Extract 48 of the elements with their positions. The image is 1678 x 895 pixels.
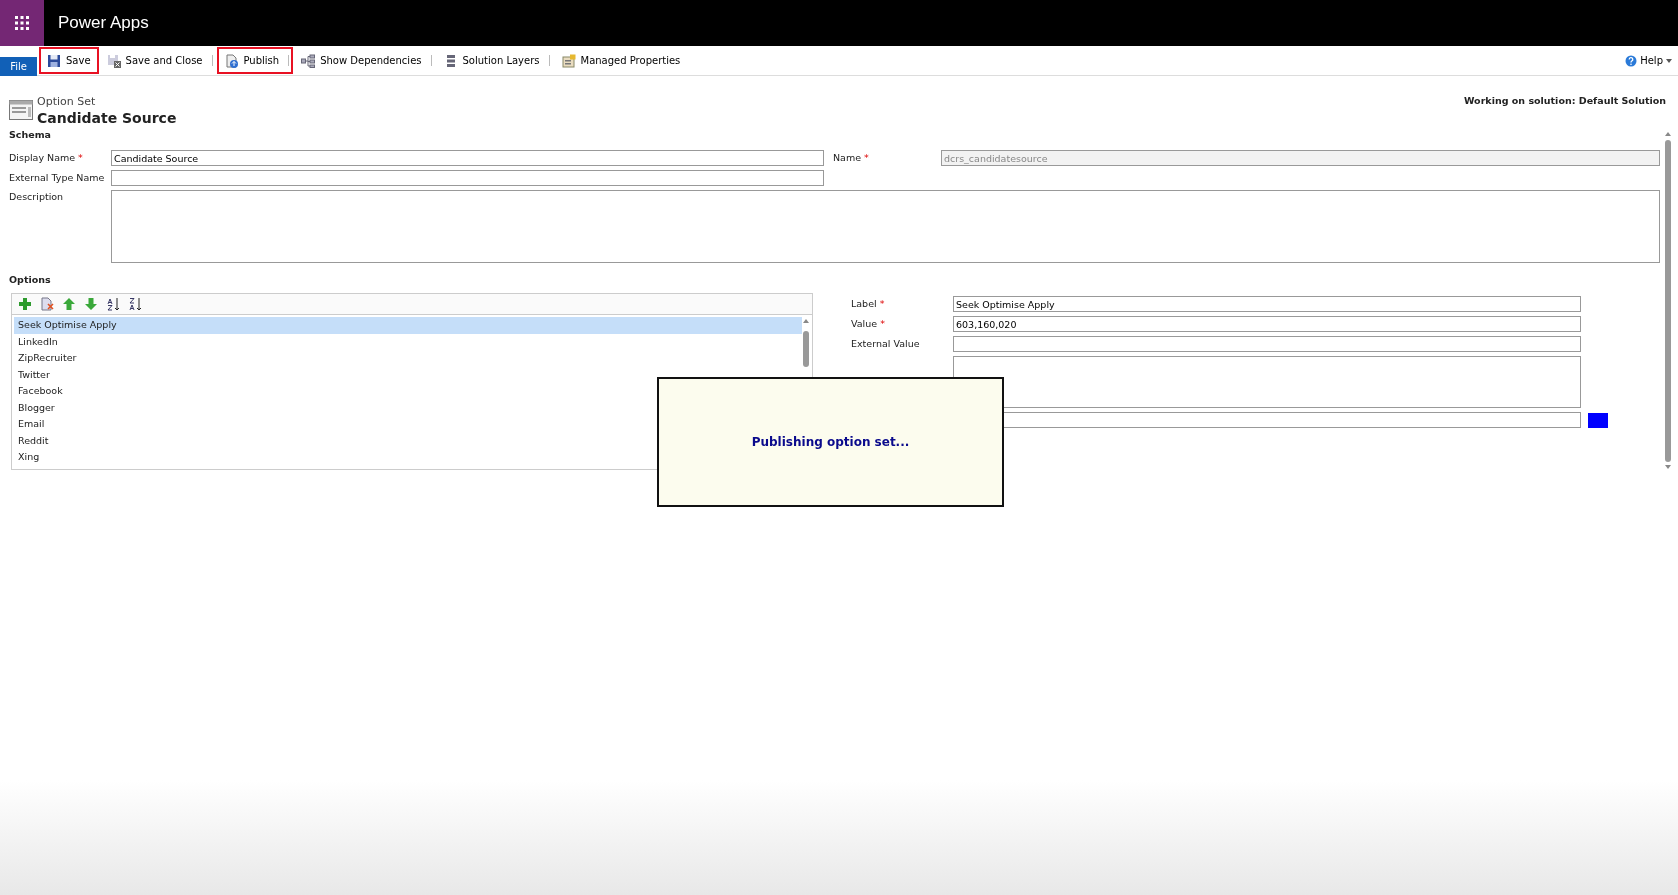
field-label: Label *	[851, 297, 886, 312]
toolbar-button[interactable]: Solution Layers	[435, 47, 554, 74]
properties-icon	[561, 53, 576, 68]
toolbar-button[interactable]: Managed Properties	[553, 47, 689, 74]
field-label: Display Name *	[9, 151, 84, 165]
app-launcher-button[interactable]	[0, 0, 44, 46]
toolbar-button[interactable]: Save and Close	[98, 47, 217, 74]
delete-icon[interactable]	[40, 297, 54, 312]
input-field[interactable]: 603,160,020	[953, 316, 1581, 333]
save-close-icon	[106, 53, 121, 68]
entity-type-label: Option Set	[37, 94, 97, 110]
description-field[interactable]	[953, 356, 1581, 409]
field-label: Description	[9, 190, 65, 205]
toolbar-button[interactable]: Show Dependencies	[293, 47, 436, 74]
option-item[interactable]: LinkedIn	[14, 333, 802, 351]
option-item[interactable]: ZipRecruiter	[14, 350, 802, 367]
input-field[interactable]: Seek Optimise Apply	[953, 296, 1581, 313]
form-icon	[9, 100, 33, 120]
field-label: External Value	[851, 337, 921, 352]
solution-label: Working on solution: Default Solution	[1464, 94, 1666, 108]
toolbar-button[interactable]: Save	[39, 47, 99, 74]
sort-ascending-icon[interactable]	[106, 297, 120, 312]
input-field[interactable]: Candidate Source	[111, 150, 824, 167]
toolbar-button[interactable]: Publish	[216, 47, 294, 74]
help-icon	[1625, 54, 1638, 67]
field-label: Value *	[851, 317, 886, 332]
color-swatch[interactable]	[1588, 412, 1608, 428]
app-title: Power Apps	[58, 12, 149, 35]
field-label: External Type Name	[9, 171, 106, 185]
add-icon[interactable]	[18, 297, 32, 312]
section-heading: Schema	[9, 127, 52, 142]
publishing-dialog: Publishing option set...	[657, 377, 1004, 507]
move-up-icon[interactable]	[62, 297, 76, 312]
publish-icon	[224, 53, 239, 68]
file-tab[interactable]: File	[0, 57, 37, 76]
option-item[interactable]: Seek Optimise Apply	[14, 317, 802, 334]
description-field[interactable]	[111, 190, 1660, 264]
input-field[interactable]	[953, 336, 1581, 353]
help-button[interactable]: Help	[1619, 46, 1678, 75]
sort-descending-icon[interactable]	[128, 297, 142, 312]
page-title: Candidate Source	[37, 110, 177, 126]
move-down-icon[interactable]	[84, 297, 98, 312]
dependencies-icon	[301, 53, 316, 68]
waffle-icon	[15, 16, 29, 30]
caret-icon	[1666, 58, 1672, 63]
section-heading: Options	[9, 273, 52, 288]
field-label: Name *	[833, 151, 870, 165]
input-field[interactable]	[111, 170, 824, 187]
